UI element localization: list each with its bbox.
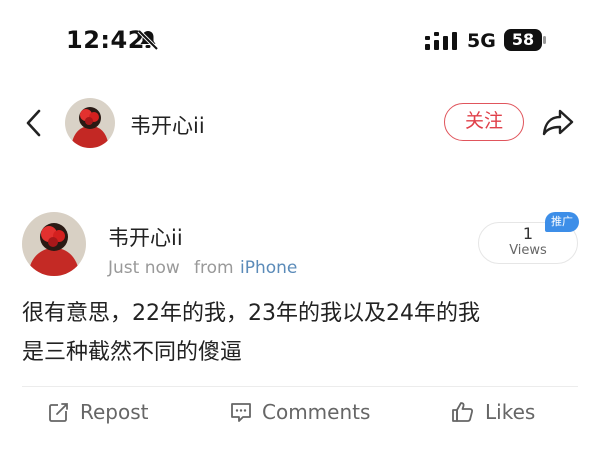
likes-label: Likes (485, 400, 536, 424)
post-timestamp: Just now (108, 258, 180, 278)
status-time: 12:42 (66, 26, 145, 54)
follow-button[interactable]: 关注 (444, 103, 524, 141)
bell-muted-icon (137, 29, 159, 51)
repost-icon (49, 402, 69, 422)
chevron-left-icon[interactable] (22, 108, 46, 138)
thumbs-up-icon (452, 402, 474, 422)
post-text-line: 是三种截然不同的傻逼 (22, 340, 243, 365)
signal-icon (425, 32, 457, 50)
comment-icon (231, 403, 251, 422)
share-icon[interactable] (541, 106, 575, 138)
post-text-line: 很有意思，22年的我，23年的我以及24年的我 (22, 301, 480, 326)
post-author-avatar[interactable] (22, 212, 86, 276)
divider (22, 386, 578, 387)
nav-username[interactable]: 韦开心ii (130, 110, 205, 140)
avatar[interactable] (65, 98, 115, 148)
comments-label: Comments (262, 400, 371, 424)
views-label: Views (509, 243, 547, 258)
battery-level: 58 (511, 30, 535, 49)
likes-button[interactable]: Likes (451, 396, 535, 428)
post-source-app[interactable]: iPhone (240, 258, 297, 278)
post-source-prefix: from (194, 258, 234, 278)
battery-icon: 58 (504, 29, 546, 51)
promo-badge[interactable]: 推广 (545, 212, 579, 232)
repost-label: Repost (80, 400, 149, 424)
network-type: 5G (467, 30, 496, 52)
post-body: 很有意思，22年的我，23年的我以及24年的我 是三种截然不同的傻逼 (22, 294, 582, 372)
repost-button[interactable]: Repost (48, 396, 149, 428)
post-author-name[interactable]: 韦开心ii (108, 222, 183, 252)
comments-button[interactable]: Comments (230, 396, 370, 428)
